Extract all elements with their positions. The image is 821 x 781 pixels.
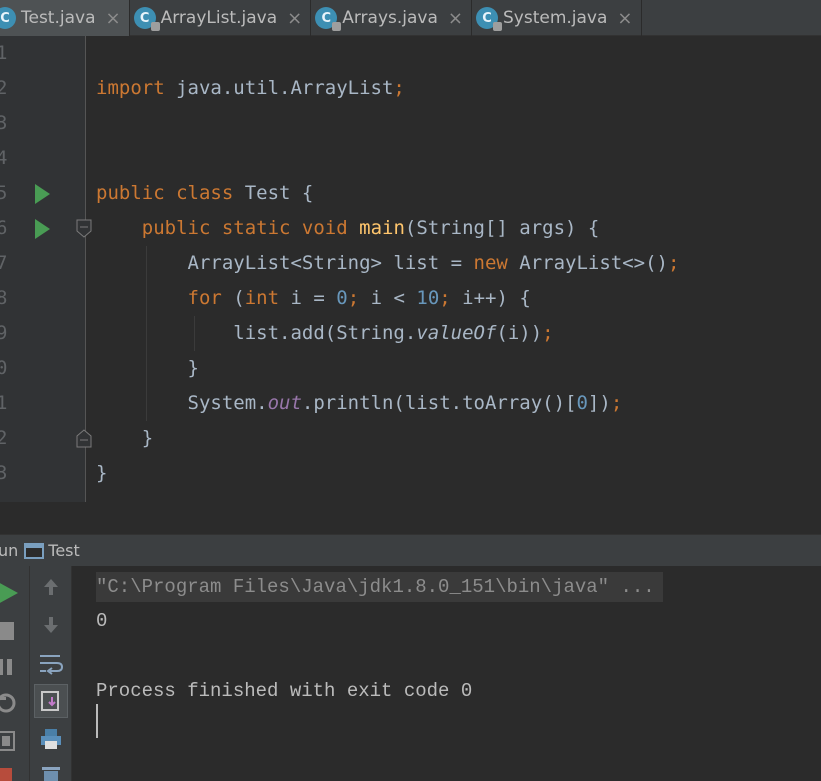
close-icon[interactable]: × — [287, 8, 302, 29]
code-line-11: System.out.println(list.toArray()[0]); — [187, 392, 623, 414]
code-line-6: public static void main(String[] args) { — [141, 217, 600, 239]
console-output-line: 0 — [96, 610, 108, 632]
soft-wrap-icon[interactable] — [36, 648, 66, 678]
dump-threads-icon[interactable] — [0, 688, 30, 718]
console-toolbar — [30, 566, 72, 781]
close-icon[interactable]: × — [106, 8, 121, 29]
fold-marker-icon[interactable] — [76, 219, 92, 238]
code-line-5: public class Test { — [96, 182, 314, 204]
tab-arraylist-java[interactable]: C ArrayList.java × — [130, 0, 312, 36]
code-line-12: } — [141, 427, 154, 449]
line-number: 5 — [0, 182, 8, 204]
console-caret — [96, 704, 98, 738]
line-number: 3 — [0, 112, 8, 134]
fold-end-marker-icon[interactable] — [76, 429, 92, 448]
code-line-8: for (int i = 0; i < 10; i++) { — [187, 287, 531, 309]
line-number: 6 — [0, 217, 8, 239]
tab-test-java[interactable]: C Test.java × — [0, 0, 130, 36]
code-editor[interactable]: 1 2 3 4 5 6 7 8 9 0 1 2 3 import java.ut… — [0, 36, 821, 502]
run-config-icon — [24, 542, 45, 559]
line-number: 9 — [0, 322, 8, 344]
lock-icon — [150, 22, 160, 31]
line-number: 1 — [0, 392, 8, 414]
code-line-13: } — [96, 462, 108, 484]
code-line-10: } — [187, 357, 199, 379]
run-class-icon[interactable] — [35, 184, 50, 204]
tab-label: ArrayList.java — [160, 8, 278, 28]
line-number: 2 — [0, 77, 8, 99]
clear-all-icon[interactable] — [36, 760, 66, 781]
close-run-icon[interactable] — [0, 762, 30, 781]
java-class-icon: C — [475, 7, 502, 31]
run-main-icon[interactable] — [35, 219, 50, 239]
run-tool-window-header: un Test — [0, 534, 821, 566]
line-number: 8 — [0, 287, 8, 309]
console-exit-message: Process finished with exit code 0 — [96, 680, 473, 702]
code-line-7: ArrayList<String> list = new ArrayList<>… — [187, 252, 680, 274]
line-number: 1 — [0, 42, 8, 64]
console-output[interactable]: "C:\Program Files\Java\jdk1.8.0_151\bin\… — [72, 566, 821, 781]
lock-icon — [332, 22, 342, 31]
run-tab-label[interactable]: un — [0, 541, 18, 560]
scroll-up-icon[interactable] — [36, 572, 66, 602]
line-number: 0 — [0, 357, 8, 379]
code-line-9: list.add(String.valueOf(i)); — [233, 322, 554, 344]
code-line-2: import java.util.ArrayList; — [96, 77, 405, 99]
tab-label: System.java — [502, 8, 608, 28]
line-number: 3 — [0, 462, 8, 484]
restore-layout-icon[interactable] — [0, 726, 30, 756]
line-number: 4 — [0, 147, 8, 169]
pause-icon[interactable] — [0, 652, 30, 682]
lock-icon — [492, 22, 502, 31]
close-icon[interactable]: × — [448, 8, 463, 29]
tab-arrays-java[interactable]: C Arrays.java × — [311, 0, 472, 36]
scroll-to-end-icon[interactable] — [34, 684, 68, 718]
line-number: 2 — [0, 427, 8, 449]
editor-tab-bar: C Test.java × C ArrayList.java × C Array… — [0, 0, 821, 36]
console-command-line: "C:\Program Files\Java\jdk1.8.0_151\bin\… — [96, 572, 663, 602]
stop-icon[interactable] — [0, 616, 30, 646]
editor-gutter: 1 2 3 4 5 6 7 8 9 0 1 2 3 — [0, 36, 92, 502]
tab-label: Arrays.java — [342, 8, 438, 28]
java-class-icon: C — [315, 7, 342, 31]
code-area[interactable]: import java.util.ArrayList; public class… — [96, 36, 679, 491]
close-icon[interactable]: × — [617, 8, 632, 29]
scroll-down-icon[interactable] — [36, 610, 66, 640]
line-number: 7 — [0, 252, 8, 274]
tab-label: Test.java — [21, 8, 96, 28]
java-class-icon: C — [133, 7, 160, 31]
run-left-toolbar — [0, 566, 30, 781]
print-icon[interactable] — [36, 724, 66, 754]
tab-system-java[interactable]: C System.java × — [472, 0, 642, 36]
java-class-icon: C — [0, 7, 16, 29]
rerun-icon[interactable] — [0, 578, 30, 608]
run-config-name[interactable]: Test — [48, 541, 80, 560]
